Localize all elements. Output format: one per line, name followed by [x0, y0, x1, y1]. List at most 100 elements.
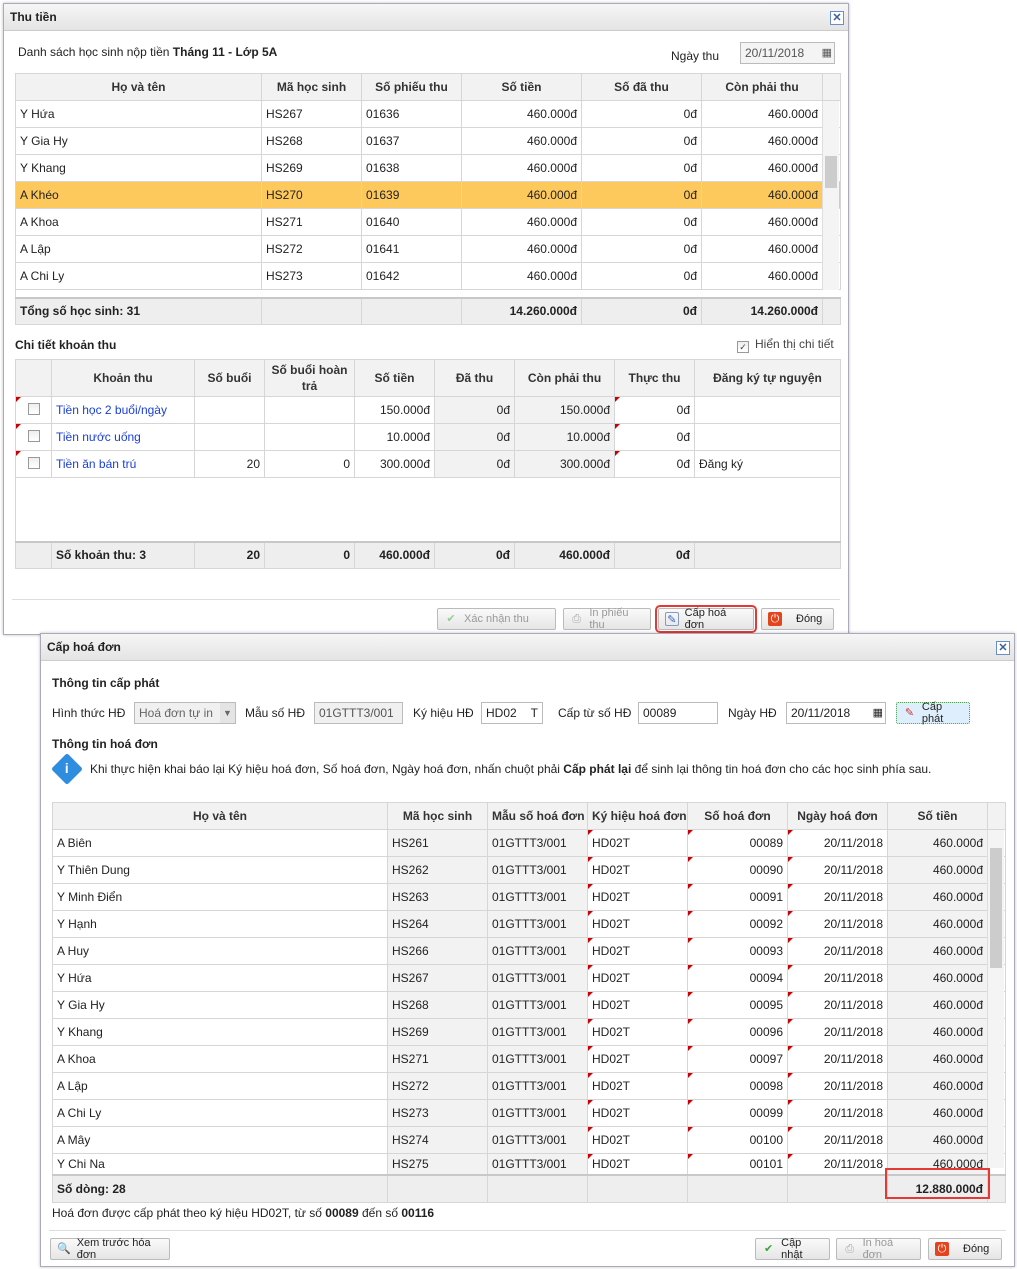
table-cell: 300.000đ: [514, 450, 615, 478]
table-cell: [264, 396, 355, 424]
table-row[interactable]: A Khoa HS271 01640 460.000đ 0đ 460.000đ: [15, 208, 841, 236]
table-cell: HD02T: [587, 910, 688, 938]
print-receipt-button[interactable]: ⎙ In phiếu thu: [563, 607, 651, 631]
table-cell: HS271: [387, 1045, 488, 1073]
table-cell: HD02T: [587, 829, 688, 857]
table-row[interactable]: A Huy HS266 01GTTT3/001 HD02T 00093 20/11/201…: [52, 937, 1006, 965]
fee-name-link[interactable]: Tiền nước uống: [51, 423, 195, 451]
table-cell: 460.000đ: [461, 154, 582, 182]
table-cell: Y Hạnh: [52, 910, 388, 938]
table-cell[interactable]: 0đ: [614, 450, 695, 478]
footer-cell: 460.000đ: [514, 540, 615, 569]
table-cell: HS263: [387, 883, 488, 911]
table-cell: 150.000đ: [354, 396, 435, 424]
column-header: Mã học sinh: [387, 802, 488, 830]
table-cell[interactable]: 0đ: [614, 396, 695, 424]
column-header: Số tiền: [887, 802, 988, 830]
table-cell: 0đ: [581, 127, 702, 155]
close-button[interactable]: ⏻ Đóng: [761, 608, 834, 630]
print-invoice-button[interactable]: ⎙ In hoá đơn: [836, 1237, 921, 1261]
update-button[interactable]: ✔ Cập nhật: [755, 1237, 830, 1261]
table-cell: 01GTTT3/001: [487, 1045, 588, 1073]
column-header: Còn phải thu: [514, 359, 615, 397]
symbol-input[interactable]: HD02 T: [481, 702, 543, 724]
thu-tien-dialog: Thu tiền ✕ Danh sách học sinh nộp tiền Th…: [3, 3, 849, 635]
table-cell: HD02T: [587, 991, 688, 1019]
from-number-input[interactable]: 00089: [638, 702, 718, 724]
table-row[interactable]: A Lập HS272 01GTTT3/001 HD02T 00098 20/11/201…: [52, 1072, 1006, 1100]
table-cell: HD02T: [587, 1045, 688, 1073]
chevron-down-icon: ▼: [220, 703, 235, 723]
fee-row[interactable]: Tiền ăn bán trú 20 0 300.000đ 0đ 300.000đ 0đ Đă…: [15, 450, 841, 478]
table-cell: HS272: [261, 235, 362, 263]
date-input[interactable]: 20/11/2018 ▦: [740, 42, 835, 64]
table-cell: 20/11/2018: [787, 991, 888, 1019]
table-cell: Y Gia Hy: [15, 127, 262, 155]
close-icon[interactable]: ✕: [830, 11, 844, 25]
row-checkbox[interactable]: [27, 429, 40, 442]
table-cell: 01GTTT3/001: [487, 856, 588, 884]
fee-name-link[interactable]: Tiền ăn bán trú: [51, 450, 195, 478]
invoice-date-input[interactable]: 20/11/2018 ▦: [786, 702, 886, 724]
column-header: Số tiền: [354, 359, 435, 397]
table-cell: HD02T: [587, 856, 688, 884]
table-cell: Y Gia Hy: [52, 991, 388, 1019]
table-row[interactable]: A Biên HS261 01GTTT3/001 HD02T 00089 20/11/20…: [52, 829, 1006, 857]
issue-button[interactable]: ✎ Cấp phát: [896, 701, 970, 725]
table-row[interactable]: A Chi Ly HS273 01642 460.000đ 0đ 460.000đ: [15, 262, 841, 290]
column-header: Đã thu: [434, 359, 515, 397]
table-row[interactable]: Y Thiên Dung HS262 01GTTT3/001 HD02T 00090 20…: [52, 856, 1006, 884]
invoice-form-select[interactable]: Hoá đơn tự in ▼: [134, 702, 236, 724]
table-row[interactable]: Y Gia Hy HS268 01637 460.000đ 0đ 460.000đ: [15, 127, 841, 155]
fee-name-link[interactable]: Tiền học 2 buổi/ngày: [51, 396, 195, 424]
preview-invoice-button[interactable]: 🔍 Xem trước hóa đơn: [50, 1237, 170, 1261]
row-checkbox[interactable]: [27, 402, 40, 415]
template-input[interactable]: 01GTTT3/001: [314, 702, 403, 724]
show-detail-checkbox[interactable]: ✓ Hiển thị chi tiết: [737, 337, 834, 353]
table-cell: 00098: [687, 1072, 788, 1100]
table-row[interactable]: A Mây HS274 01GTTT3/001 HD02T 00100 20/11/201…: [52, 1126, 1006, 1154]
table-row[interactable]: A Lập HS272 01641 460.000đ 0đ 460.000đ: [15, 235, 841, 263]
table-row[interactable]: Y Hứa HS267 01GTTT3/001 HD02T 00094 20/11/201…: [52, 964, 1006, 992]
confirm-payment-button[interactable]: ✔ Xác nhận thu: [437, 608, 556, 630]
table-cell: 01GTTT3/001: [487, 1153, 588, 1176]
table-cell: HD02T: [587, 964, 688, 992]
dialog-title: Thu tiền: [10, 10, 57, 24]
issue-invoice-button[interactable]: ✎ Cấp hoá đơn: [655, 605, 757, 633]
table-row[interactable]: Y Minh Điển HS263 01GTTT3/001 HD02T 00091 20/…: [52, 883, 1006, 911]
row-checkbox-cell[interactable]: [15, 396, 52, 424]
close-button[interactable]: ⏻ Đóng: [928, 1238, 1002, 1260]
cap-hoa-don-dialog: Cấp hoá đơn ✕ Thông tin cấp phát Hình thứ…: [40, 633, 1015, 1267]
table-row[interactable]: Y Hạnh HS264 01GTTT3/001 HD02T 00092 20/11/20…: [52, 910, 1006, 938]
scrollbar[interactable]: [987, 830, 1004, 1168]
table-cell: 460.000đ: [701, 181, 823, 209]
row-checkbox-cell[interactable]: [15, 423, 52, 451]
scrollbar-cell: [587, 1174, 688, 1203]
column-header: Mẫu số hoá đơn: [487, 802, 588, 830]
table-cell: 20/11/2018: [787, 1018, 888, 1046]
table-cell: 20: [194, 450, 265, 478]
table-cell: HS268: [387, 991, 488, 1019]
scrollbar[interactable]: [822, 101, 839, 290]
table-row[interactable]: A Khéo HS270 01639 460.000đ 0đ 460.000đ: [15, 181, 841, 209]
fee-detail-table: Khoản thu Số buổi Số buổi hoàn trả Số tiền Đ…: [15, 359, 841, 569]
table-cell: 20/11/2018: [787, 1153, 888, 1176]
table-row[interactable]: Y Khang HS269 01638 460.000đ 0đ 460.000đ: [15, 154, 841, 182]
fee-row[interactable]: Tiền học 2 buổi/ngày 150.000đ 0đ 150.000đ 0đ: [15, 396, 841, 424]
issue-section-title: Thông tin cấp phát: [52, 676, 160, 690]
table-cell: 0đ: [434, 423, 515, 451]
row-checkbox-cell[interactable]: [15, 450, 52, 478]
table-cell: HS269: [261, 154, 362, 182]
table-cell: 20/11/2018: [787, 964, 888, 992]
table-row[interactable]: A Chi Ly HS273 01GTTT3/001 HD02T 00099 20/11/…: [52, 1099, 1006, 1127]
check-icon: ✔: [763, 1243, 774, 1255]
table-row[interactable]: Y Chi Na HS275 01GTTT3/001 HD02T 00101 20/11/…: [52, 1153, 1006, 1176]
table-cell[interactable]: 0đ: [614, 423, 695, 451]
table-row[interactable]: Y Gia Hy HS268 01GTTT3/001 HD02T 00095 20/11/…: [52, 991, 1006, 1019]
close-icon[interactable]: ✕: [996, 641, 1010, 655]
table-row[interactable]: Y Khang HS269 01GTTT3/001 HD02T 00096 20/11/2…: [52, 1018, 1006, 1046]
row-checkbox[interactable]: [27, 456, 40, 469]
fee-row[interactable]: Tiền nước uống 10.000đ 0đ 10.000đ 0đ: [15, 423, 841, 451]
table-row[interactable]: A Khoa HS271 01GTTT3/001 HD02T 00097 20/11/20…: [52, 1045, 1006, 1073]
table-row[interactable]: Y Hứa HS267 01636 460.000đ 0đ 460.000đ: [15, 100, 841, 128]
